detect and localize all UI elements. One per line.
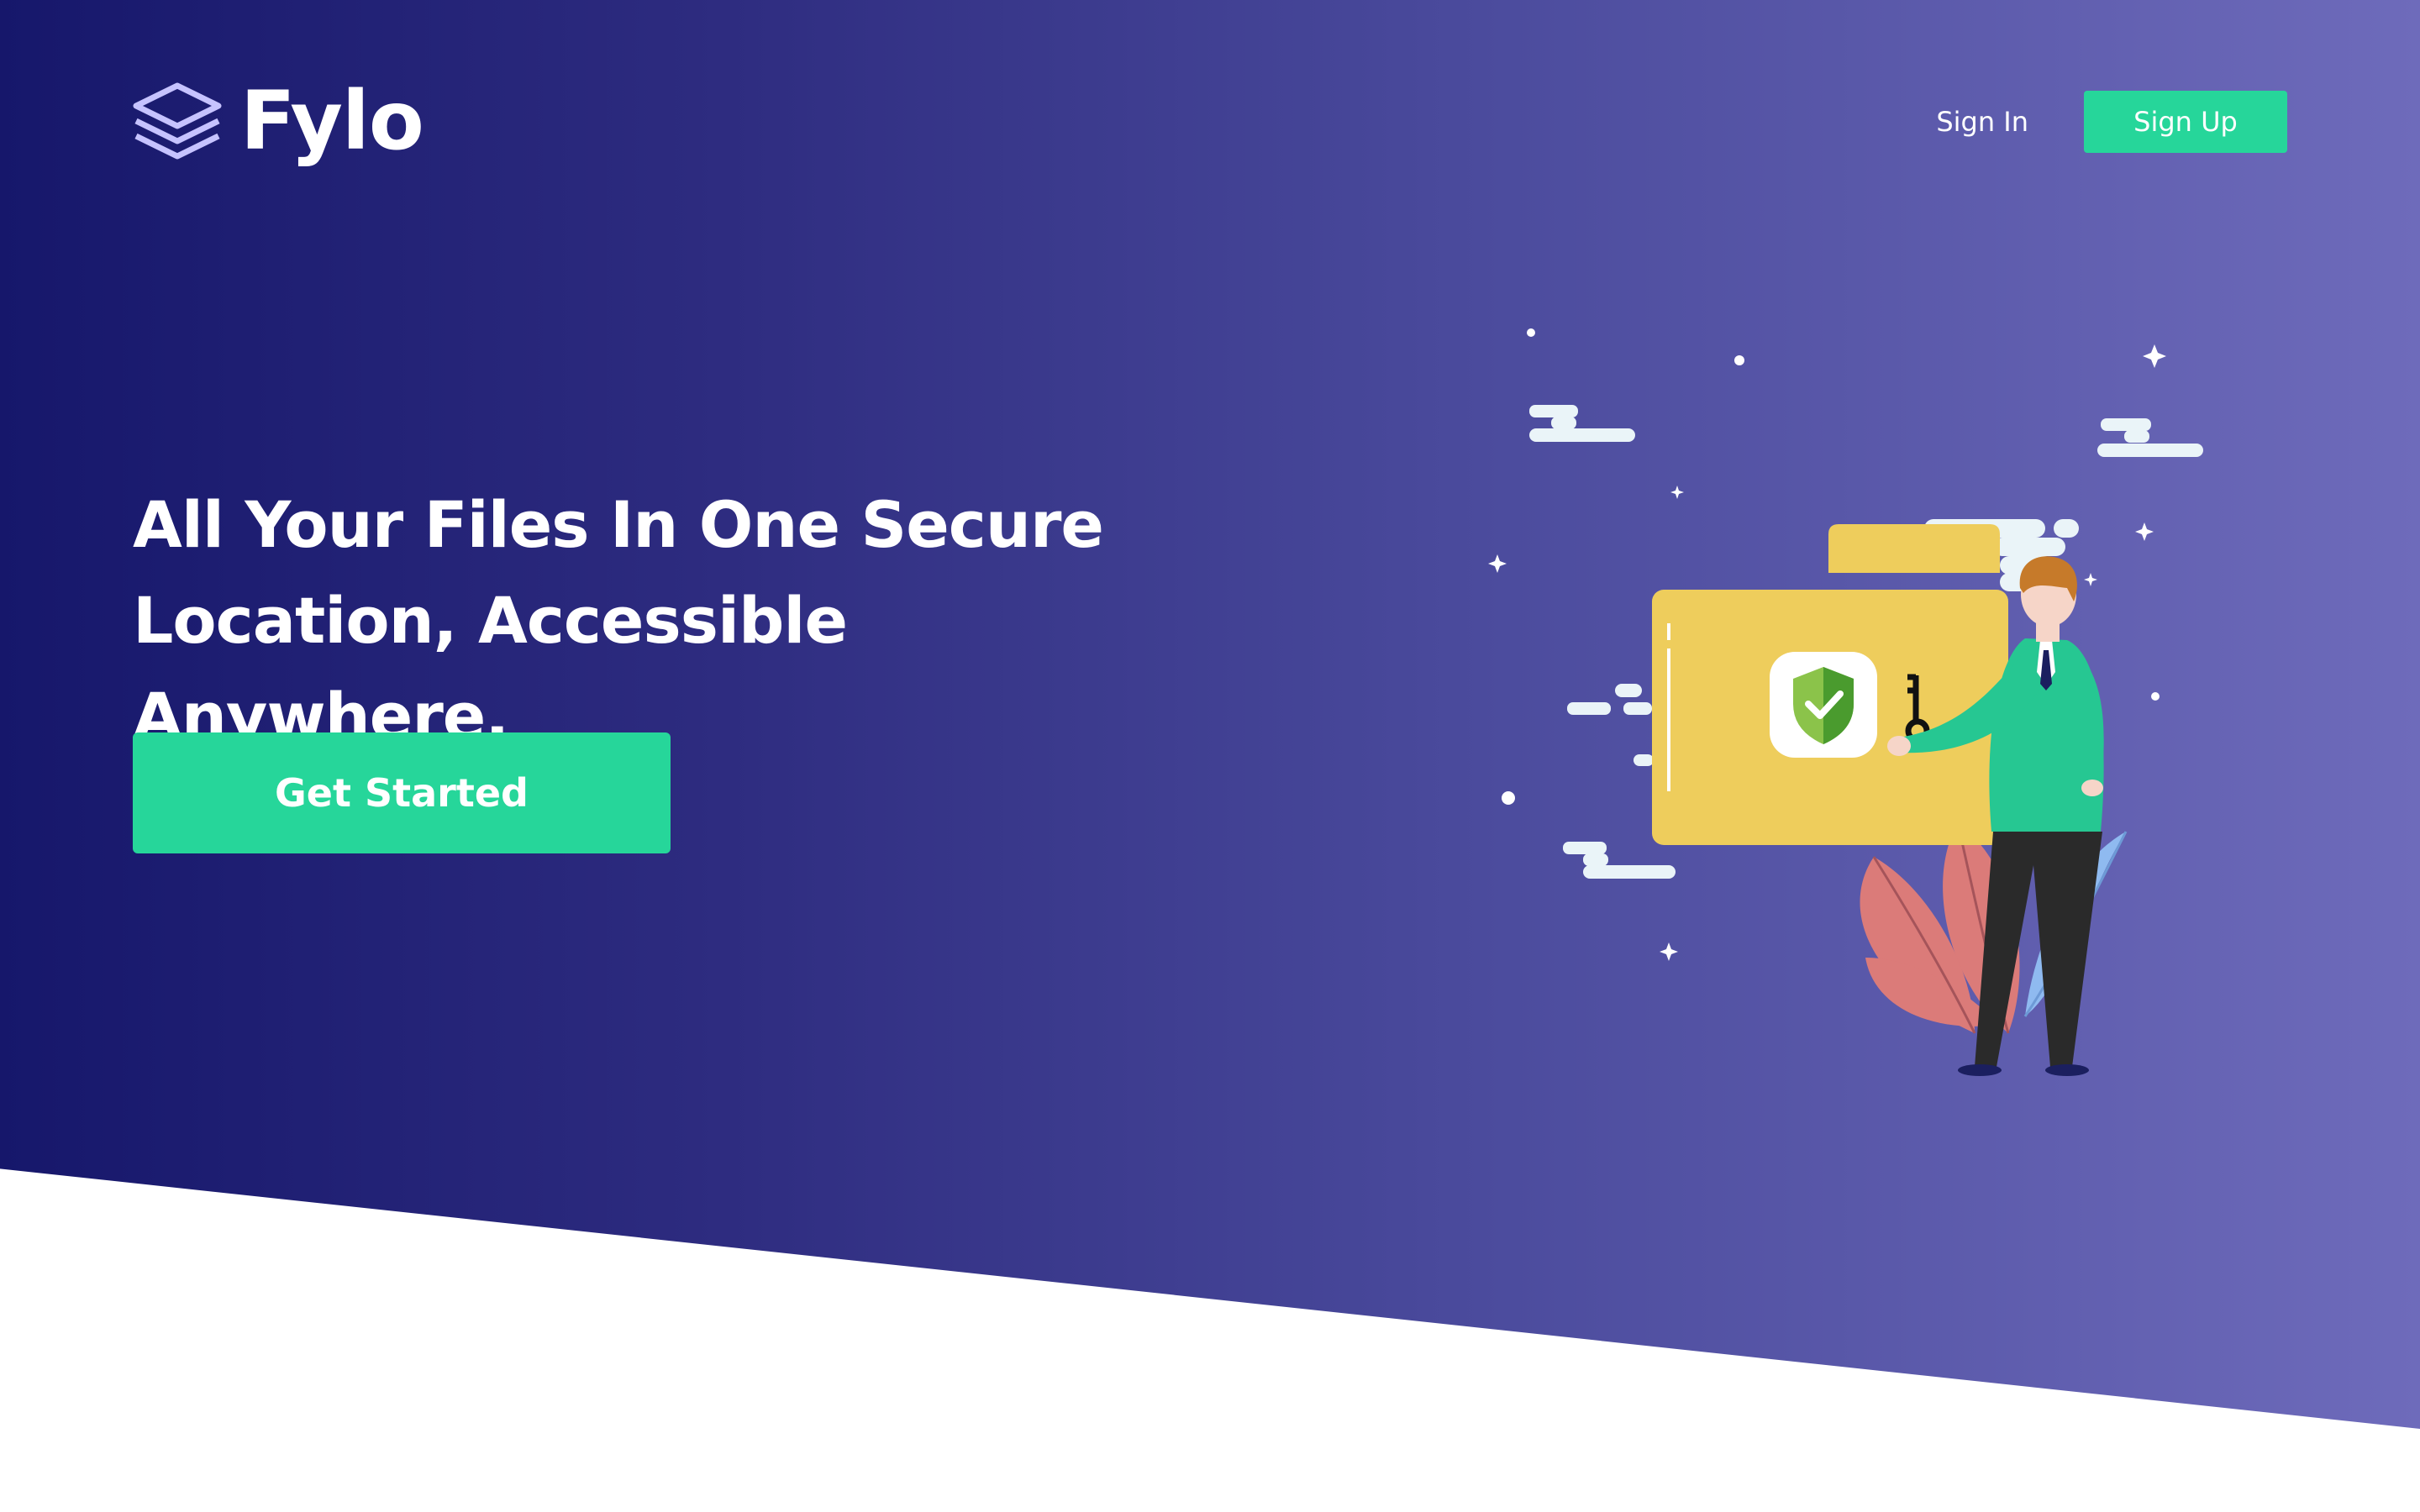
sign-up-button[interactable]: Sign Up: [2084, 91, 2287, 153]
brand-name: Fylo: [240, 74, 424, 168]
top-nav: Sign In Sign Up: [1936, 91, 2287, 153]
logo[interactable]: Fylo: [131, 74, 424, 168]
hero-illustration: [1488, 328, 2203, 1076]
hero-headline: All Your Files In One Secure Location, A…: [133, 477, 1225, 764]
sign-in-link[interactable]: Sign In: [1936, 106, 2028, 138]
layers-icon: [133, 82, 222, 160]
shield-check-icon: [1770, 652, 1877, 758]
headline-line-1: All Your Files In One Secure: [133, 487, 1104, 562]
get-started-button[interactable]: Get Started: [133, 732, 671, 853]
headline-line-2: Location, Accessible Anywhere.: [133, 583, 848, 753]
